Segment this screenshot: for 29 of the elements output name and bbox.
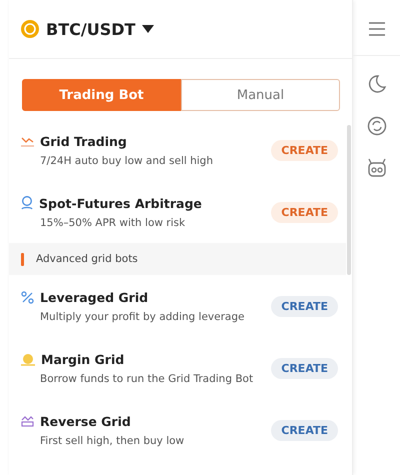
create-button[interactable]: CREATE	[271, 296, 338, 316]
tab[interactable]: Trading Bot	[22, 79, 181, 111]
create-button[interactable]: CREATE	[271, 202, 338, 222]
dropdown-caret-icon[interactable]	[142, 25, 154, 33]
bot-description: First sell high, then buy low	[39, 434, 184, 446]
coin-icon	[21, 352, 35, 366]
percent-icon	[21, 290, 34, 304]
bot-description: Multiply your profit by adding leverage	[39, 310, 244, 322]
bot-description: Borrow funds to run the Grid Trading Bot	[39, 372, 254, 384]
tab[interactable]: Manual	[181, 79, 340, 111]
section-title: Advanced grid bots	[36, 253, 138, 265]
create-button[interactable]: CREATE	[271, 358, 338, 378]
bot-description: 7/24H auto buy low and sell high	[39, 154, 214, 166]
refresh-icon[interactable]	[366, 116, 386, 136]
bot-title: Margin Grid	[41, 352, 124, 366]
moon-icon[interactable]	[366, 74, 386, 94]
bot-title: Leveraged Grid	[40, 290, 148, 304]
pair-selector[interactable]: BTC/USDT	[46, 20, 136, 38]
bot-title: Grid Trading	[40, 134, 127, 148]
chart-icon	[21, 415, 34, 427]
bot-title: Spot-Futures Arbitrage	[39, 196, 202, 210]
bot-title: Reverse Grid	[40, 414, 131, 428]
bot-description: 15%–50% APR with low risk	[39, 216, 186, 228]
person-icon	[21, 196, 33, 210]
chart-icon	[21, 135, 34, 147]
menu-icon[interactable]	[368, 21, 386, 37]
robot-icon[interactable]	[366, 158, 386, 178]
create-button[interactable]: CREATE	[271, 140, 338, 160]
create-button[interactable]: CREATE	[271, 420, 338, 440]
